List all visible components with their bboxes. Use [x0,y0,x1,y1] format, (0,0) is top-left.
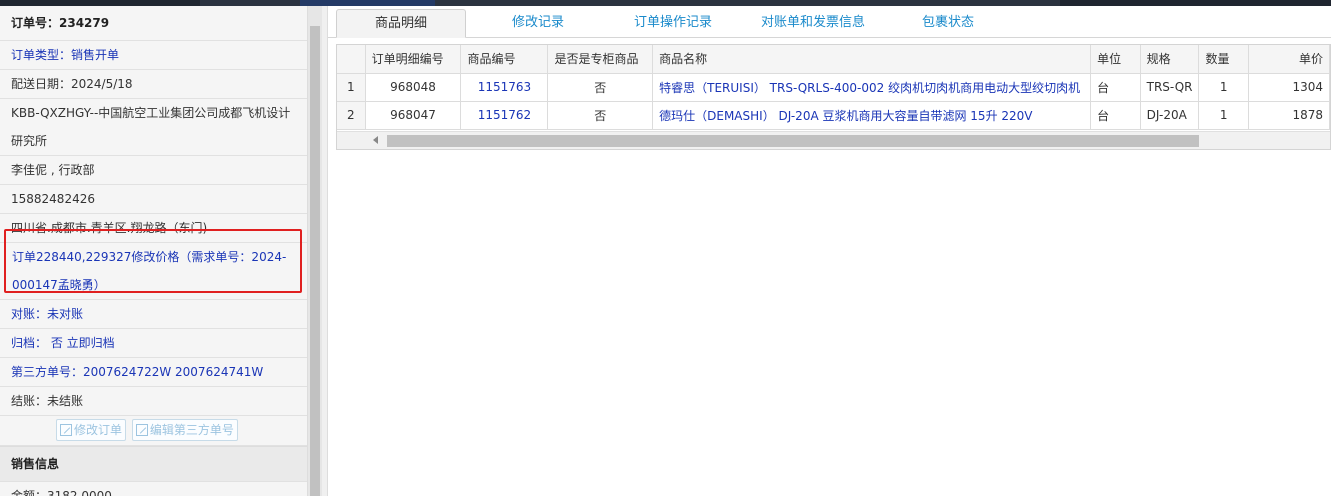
order-amount: 金额：3182.0000 [0,482,307,496]
product-id-link[interactable]: 1151763 [460,73,549,102]
spec-cell: DJ-20A [1140,101,1200,130]
action-buttons: 修改订单 编辑第三方单号 [0,416,307,446]
column-header[interactable]: 订单明细编号 [365,45,462,74]
tab-operation-log[interactable]: 订单操作记录 [618,9,728,38]
spec-cell: TRS-QR [1140,73,1200,102]
column-header[interactable]: 单价 [1248,45,1330,74]
product-grid: 订单明细编号 商品编号 是否是专柜商品 商品名称 单位 规格 数量 单价 1 9… [336,44,1331,150]
counter-cell: 否 [547,73,654,102]
row-number: 1 [337,73,366,102]
column-header[interactable]: 是否是专柜商品 [547,45,654,74]
reconcile-status: 对账：未对账 [0,300,307,329]
column-header[interactable]: 商品编号 [460,45,549,74]
archive-status[interactable]: 归档： 否 立即归档 [0,329,307,358]
column-header-rownum [337,45,366,74]
order-type-value: 销售开单 [71,48,120,62]
scrollbar-thumb[interactable] [387,135,1199,147]
order-number: 订单号：234279 [0,6,307,41]
product-name-link[interactable]: 特睿思（TERUISI） TRS-QRLS-400-002 绞肉机切肉机商用电动… [652,73,1092,102]
column-header[interactable]: 数量 [1198,45,1249,74]
third-party-number: 第三方单号：2007624722W 2007624741W [0,358,307,387]
edit-third-party-label: 编辑第三方单号 [149,423,234,437]
detail-panel: 商品明细 修改记录 订单操作记录 对账单和发票信息 包裹状态 订单明细编号 商品… [328,6,1331,496]
edit-icon [135,424,148,436]
delivery-date: 配送日期：2024/5/18 [0,70,307,99]
detail-id-cell: 968048 [365,73,462,102]
counter-cell: 否 [547,101,654,130]
tab-statement-invoice[interactable]: 对账单和发票信息 [743,9,883,38]
sales-info-header: 销售信息 [0,446,307,482]
settlement-status: 结账：未结账 [0,387,307,416]
price-cell: 1878 [1248,101,1330,130]
tab-product-details[interactable]: 商品明细 [336,9,466,38]
row-number: 2 [337,101,366,130]
column-header[interactable]: 规格 [1140,45,1200,74]
grid-horizontal-scrollbar[interactable] [337,131,1330,149]
order-type-label: 订单类型： [11,48,72,62]
price-cell: 1304 [1248,73,1330,102]
product-name-link[interactable]: 德玛仕（DEMASHI） DJ-20A 豆浆机商用大容量自带滤网 15升 220… [652,101,1092,130]
detail-id-cell: 968047 [365,101,462,130]
edit-icon [60,424,72,436]
left-panel-scrollbar[interactable] [308,6,322,496]
product-id-link[interactable]: 1151762 [460,101,549,130]
edit-order-button[interactable]: 修改订单 [56,419,127,441]
tab-bar: 商品明细 修改记录 订单操作记录 对账单和发票信息 包裹状态 [328,6,1331,38]
table-row[interactable]: 2 968047 1151762 否 德玛仕（DEMASHI） DJ-20A 豆… [337,101,1330,130]
quantity-cell: 1 [1198,73,1249,102]
column-header[interactable]: 单位 [1090,45,1141,74]
unit-cell: 台 [1090,73,1141,102]
column-header[interactable]: 商品名称 [652,45,1092,74]
edit-order-label: 修改订单 [74,423,123,437]
order-type: 订单类型：销售开单 [0,41,307,70]
contact-person: 李佳伲 , 行政部 [0,156,307,185]
table-row[interactable]: 1 968048 1151763 否 特睿思（TERUISI） TRS-QRLS… [337,73,1330,102]
product-table: 订单明细编号 商品编号 是否是专柜商品 商品名称 单位 规格 数量 单价 1 9… [337,45,1330,130]
unit-cell: 台 [1090,101,1141,130]
edit-third-party-button[interactable]: 编辑第三方单号 [131,419,238,441]
tab-package-status[interactable]: 包裹状态 [903,9,993,38]
table-header-row: 订单明细编号 商品编号 是否是专柜商品 商品名称 单位 规格 数量 单价 [337,45,1330,74]
contact-phone: 15882482426 [0,185,307,214]
scroll-left-icon[interactable] [373,136,378,144]
customer-name: KBB-QXZHGY--中国航空工业集团公司成都飞机设计研究所 [0,99,307,156]
highlight-box [4,229,302,293]
quantity-cell: 1 [1198,101,1249,130]
tab-modify-log[interactable]: 修改记录 [488,9,588,38]
scrollbar-thumb[interactable] [310,26,320,496]
